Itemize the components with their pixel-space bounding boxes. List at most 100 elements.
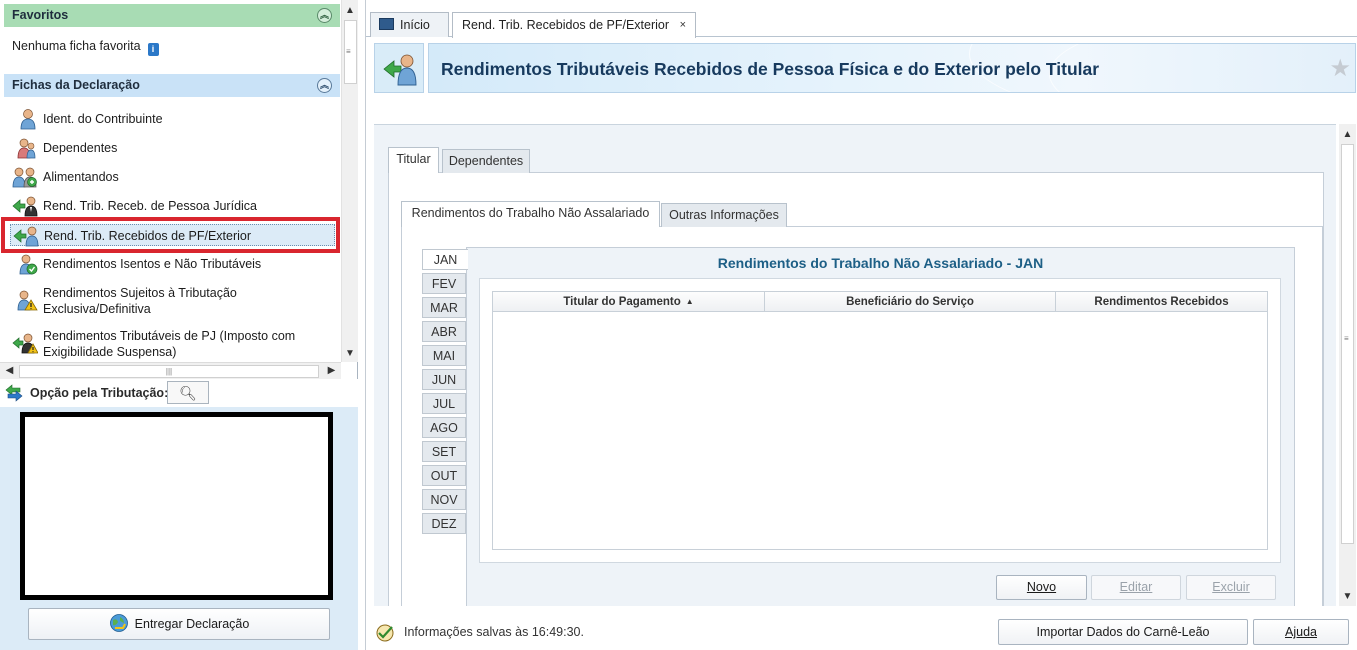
entregar-label: Entregar Declaração xyxy=(134,617,250,631)
ficha-label: Ident. do Contribuinte xyxy=(43,112,163,126)
page-header: Rendimentos Tributáveis Recebidos de Pes… xyxy=(374,43,1356,93)
fichas-header[interactable]: Fichas da Declaração ︽ xyxy=(4,74,340,97)
column-header-titular[interactable]: Titular do Pagamento ▲ xyxy=(493,292,765,312)
month-tab-set[interactable]: SET xyxy=(422,441,466,462)
fichas-vertical-scrollbar[interactable]: ▲ ≡ ▼ xyxy=(341,0,358,362)
income-pf-icon xyxy=(383,54,417,86)
novo-button[interactable]: Novo xyxy=(996,575,1087,600)
collapse-fichas-icon[interactable]: ︽ xyxy=(317,78,332,93)
month-tab-abr[interactable]: ABR xyxy=(422,321,466,342)
tab-titular[interactable]: Titular xyxy=(388,147,439,173)
saved-check-icon xyxy=(376,624,394,642)
main-content-area: Início Rend. Trib. Recebidos de PF/Exter… xyxy=(365,0,1357,650)
document-tab-bar: Início Rend. Trib. Recebidos de PF/Exter… xyxy=(366,0,1357,38)
opcao-tributacao-bar: Opção pela Tributação: 🔍︎ xyxy=(0,379,358,407)
tab-outras-informacoes[interactable]: Outras Informações xyxy=(661,203,787,227)
income-pj-icon xyxy=(12,196,38,217)
excluir-button[interactable]: Excluir xyxy=(1186,575,1276,600)
ficha-item-tributacao-exclusiva[interactable]: Rendimentos Sujeitos à Tributação Exclus… xyxy=(10,282,335,318)
favorite-star-icon[interactable]: ★ xyxy=(1329,54,1351,83)
month-panel-title: Rendimentos do Trabalho Não Assalariado … xyxy=(717,255,1044,271)
scrollbar-grip-icon: ≡ xyxy=(1344,334,1349,343)
ficha-label: Rendimentos Isentos e Não Tributáveis xyxy=(43,257,262,271)
month-tab-mar[interactable]: MAR xyxy=(422,297,466,318)
content-vertical-scrollbar[interactable]: ▲ ≡ ▼ xyxy=(1339,124,1356,606)
scrollbar-thumb[interactable]: ||| xyxy=(19,365,319,378)
tributacao-summary-box xyxy=(20,412,333,600)
excluir-label: Excluir xyxy=(1212,580,1250,594)
tab-dependentes[interactable]: Dependentes xyxy=(442,149,530,173)
scroll-up-icon[interactable]: ▲ xyxy=(342,2,358,19)
no-favorites-label: Nenhuma ficha favorita xyxy=(12,39,141,53)
ficha-item-rend-pj[interactable]: Rend. Trib. Receb. de Pessoa Jurídica xyxy=(10,195,335,217)
scroll-down-icon[interactable]: ▼ xyxy=(1339,588,1356,605)
header-icon-box xyxy=(374,43,424,93)
favoritos-title: Favoritos xyxy=(12,8,69,22)
month-tab-out[interactable]: OUT xyxy=(422,465,466,486)
entregar-declaracao-button[interactable]: Entregar Declaração xyxy=(28,608,330,640)
scrollbar-thumb[interactable] xyxy=(1341,144,1354,544)
suspended-income-icon xyxy=(12,333,38,354)
tab-rend-pf-exterior[interactable]: Rend. Trib. Recebidos de PF/Exterior × xyxy=(452,12,696,38)
globe-deliver-icon xyxy=(109,614,128,632)
header-title-box: Rendimentos Tributáveis Recebidos de Pes… xyxy=(428,43,1356,93)
search-button[interactable]: 🔍︎ xyxy=(167,381,209,404)
column-header-rendimentos[interactable]: Rendimentos Recebidos xyxy=(1056,292,1267,312)
alimentandos-icon xyxy=(12,167,37,188)
month-tab-fev[interactable]: FEV xyxy=(422,273,466,294)
ficha-label: Alimentandos xyxy=(43,170,119,184)
collapse-favoritos-icon[interactable]: ︽ xyxy=(317,8,332,23)
scroll-up-icon[interactable]: ▲ xyxy=(1339,126,1356,143)
ficha-label: Rendimentos Tributáveis de PJ (Imposto c… xyxy=(43,329,296,359)
month-tab-mai[interactable]: MAI xyxy=(422,345,466,366)
scroll-down-icon[interactable]: ▼ xyxy=(342,345,358,362)
status-text: Informações salvas às 16:49:30. xyxy=(404,625,584,639)
editar-button[interactable]: Editar xyxy=(1091,575,1181,600)
editar-label: Editar xyxy=(1119,580,1153,594)
rendimentos-table: Titular do Pagamento ▲ Beneficiário do Se… xyxy=(492,291,1268,550)
month-tab-dez[interactable]: DEZ xyxy=(422,513,466,534)
warning-income-icon xyxy=(17,290,38,311)
ajuda-label: Ajuda xyxy=(1285,625,1317,639)
home-window-icon xyxy=(379,18,394,30)
ficha-item-pj-exigibilidade-suspensa[interactable]: Rendimentos Tributáveis de PJ (Imposto c… xyxy=(10,325,335,361)
tab-rend-label: Rend. Trib. Recebidos de PF/Exterior xyxy=(462,18,670,32)
ajuda-button[interactable]: Ajuda xyxy=(1253,619,1349,645)
tributacao-arrows-icon xyxy=(5,384,23,402)
favoritos-header[interactable]: Favoritos ︽ xyxy=(4,4,340,27)
exempt-income-icon xyxy=(19,254,38,275)
tab-inicio[interactable]: Início xyxy=(370,12,449,37)
month-tab-nov[interactable]: NOV xyxy=(422,489,466,510)
sort-ascending-icon: ▲ xyxy=(685,297,694,306)
month-tab-jul[interactable]: JUL xyxy=(422,393,466,414)
ficha-item-ident-contribuinte[interactable]: Ident. do Contribuinte xyxy=(10,108,335,130)
novo-label: Novo xyxy=(1026,580,1057,594)
month-tab-ago[interactable]: AGO xyxy=(422,417,466,438)
column-header-beneficiario[interactable]: Beneficiário do Serviço xyxy=(765,292,1056,312)
ficha-item-isentos[interactable]: Rendimentos Isentos e Não Tributáveis xyxy=(10,253,335,275)
tab-rendimentos-trabalho[interactable]: Rendimentos do Trabalho Não Assalariado xyxy=(401,201,660,227)
importar-label: Importar Dados do Carnê-Leão xyxy=(1036,625,1210,639)
no-favorites-text: Nenhuma ficha favorita i xyxy=(12,39,159,56)
month-tab-jun[interactable]: JUN xyxy=(422,369,466,390)
ficha-item-dependentes[interactable]: Dependentes xyxy=(10,137,335,159)
info-icon[interactable]: i xyxy=(147,43,159,56)
opcao-tributacao-label: Opção pela Tributação: xyxy=(30,386,169,400)
importar-carne-leao-button[interactable]: Importar Dados do Carnê-Leão xyxy=(998,619,1248,645)
ficha-label: Dependentes xyxy=(43,141,118,155)
scroll-right-icon[interactable]: ▶ xyxy=(323,363,340,380)
scroll-left-icon[interactable]: ◀ xyxy=(1,363,18,380)
column-header-label: Titular do Pagamento xyxy=(563,296,681,308)
close-tab-icon[interactable]: × xyxy=(680,13,686,37)
person-icon xyxy=(20,109,36,130)
left-navigation-panel: Favoritos ︽ Nenhuma ficha favorita i Fich… xyxy=(0,0,358,650)
table-header-row: Titular do Pagamento ▲ Beneficiário do Se… xyxy=(493,292,1267,312)
selection-highlight-box xyxy=(1,217,340,253)
dependents-icon xyxy=(17,138,36,159)
scrollbar-grip-icon: ≡ xyxy=(346,47,351,56)
month-tab-jan[interactable]: JAN xyxy=(422,249,468,270)
search-icon: 🔍︎ xyxy=(179,385,197,401)
tab-inicio-label: Início xyxy=(400,18,430,32)
ficha-item-alimentandos[interactable]: Alimentandos xyxy=(10,166,335,188)
fichas-horizontal-scrollbar[interactable]: ◀ ||| ▶ xyxy=(0,362,341,379)
